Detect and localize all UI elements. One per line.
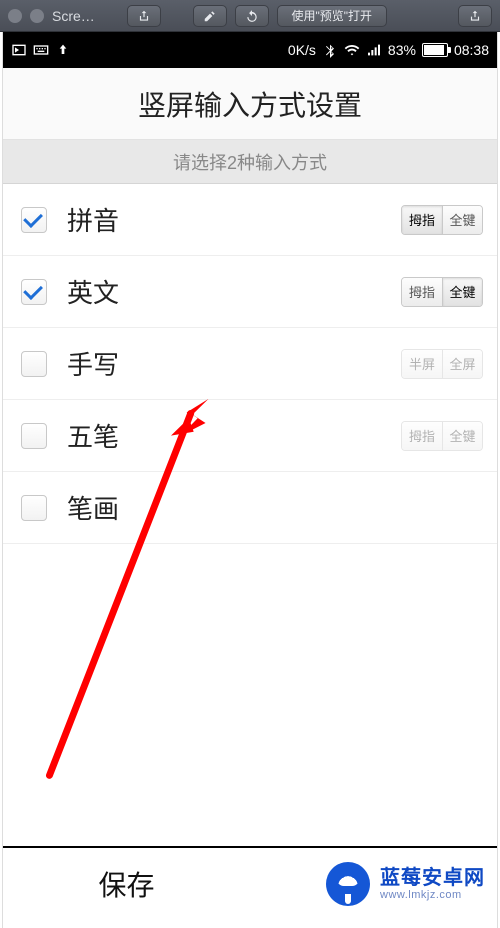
markup-button[interactable] <box>193 5 227 27</box>
bluetooth-icon <box>322 42 338 58</box>
export-icon[interactable] <box>458 5 492 27</box>
rotate-button[interactable] <box>235 5 269 27</box>
checkbox[interactable] <box>21 279 47 305</box>
input-method-label: 五笔 <box>67 417 381 454</box>
open-with-preview-button[interactable]: 使用"预览"打开 <box>277 5 387 27</box>
input-method-row[interactable]: 五笔拇指全键 <box>3 400 497 472</box>
keyboard-indicator-icon <box>33 42 49 58</box>
input-method-row[interactable]: 英文拇指全键 <box>3 256 497 328</box>
input-method-label: 笔画 <box>67 489 483 526</box>
input-method-row[interactable]: 笔画 <box>3 472 497 544</box>
input-method-row[interactable]: 手写半屏全屏 <box>3 328 497 400</box>
instruction-label: 请选择2种输入方式 <box>3 140 497 184</box>
android-statusbar: 0K/s 83% 08:38 <box>3 32 497 68</box>
checkbox[interactable] <box>21 423 47 449</box>
watermark-logo-icon <box>326 862 370 906</box>
input-method-label: 英文 <box>67 273 381 310</box>
close-window-icon[interactable] <box>8 9 22 23</box>
watermark-brand: 蓝莓安卓网 <box>380 867 485 889</box>
segment-option: 拇指 <box>402 422 442 450</box>
segment-option[interactable]: 拇指 <box>402 278 442 306</box>
upload-indicator-icon <box>55 42 71 58</box>
network-speed: 0K/s <box>288 42 316 58</box>
input-method-row[interactable]: 拼音拇指全键 <box>3 184 497 256</box>
window-title: Scre… <box>52 8 95 24</box>
segment-option: 半屏 <box>402 350 442 378</box>
share-sheet-button[interactable] <box>127 5 161 27</box>
layout-segmented-control: 拇指全键 <box>401 421 483 451</box>
layout-segmented-control: 半屏全屏 <box>401 349 483 379</box>
layout-segmented-control[interactable]: 拇指全键 <box>401 277 483 307</box>
clock: 08:38 <box>454 42 489 58</box>
input-method-label: 拼音 <box>67 201 381 238</box>
segment-option: 全屏 <box>442 350 482 378</box>
input-method-label: 手写 <box>67 345 381 382</box>
segment-option[interactable]: 全键 <box>442 206 482 234</box>
checkbox[interactable] <box>21 207 47 233</box>
macos-toolbar: Scre… 使用"预览"打开 <box>0 0 500 32</box>
minimize-window-icon[interactable] <box>30 9 44 23</box>
checkbox[interactable] <box>21 351 47 377</box>
wifi-icon <box>344 42 360 58</box>
input-method-list: 拼音拇指全键英文拇指全键手写半屏全屏五笔拇指全键笔画 <box>3 184 497 544</box>
segment-option: 全键 <box>442 422 482 450</box>
save-button[interactable]: 保存 <box>3 848 250 920</box>
checkbox[interactable] <box>21 495 47 521</box>
watermark-url: www.lmkjz.com <box>380 889 485 901</box>
screenshot-indicator-icon <box>11 42 27 58</box>
segment-option[interactable]: 全键 <box>442 278 482 306</box>
page-title: 竖屏输入方式设置 <box>3 68 497 140</box>
signal-icon <box>366 42 382 58</box>
phone-screen: 0K/s 83% 08:38 竖屏输入方式设置 请选择2种输入方式 拼音拇指全键… <box>2 32 498 928</box>
segment-option[interactable]: 拇指 <box>402 206 442 234</box>
battery-percent: 83% <box>388 42 416 58</box>
watermark: 蓝莓安卓网 www.lmkjz.com <box>326 862 485 906</box>
battery-icon <box>422 43 448 57</box>
layout-segmented-control[interactable]: 拇指全键 <box>401 205 483 235</box>
